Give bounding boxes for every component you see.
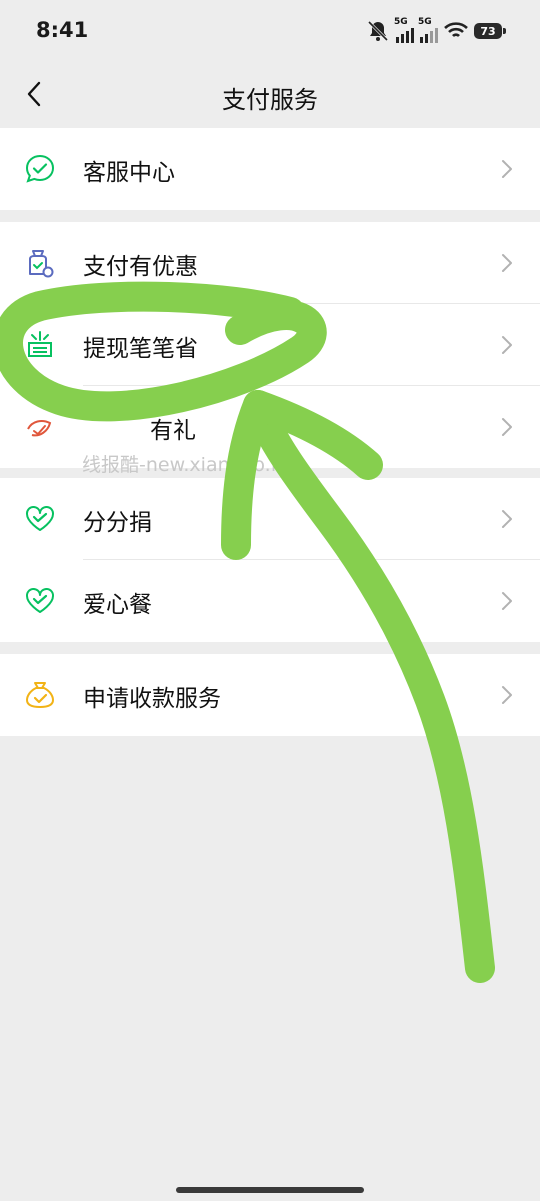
menu-item-label: 有礼 xyxy=(150,418,196,444)
service-group-3: 分分捐 爱心餐 xyxy=(0,478,540,642)
chevron-right-icon xyxy=(502,686,512,704)
watermark-text: 线报酷-new.xianbao.fun xyxy=(82,454,302,476)
menu-item-payment-offers[interactable]: 支付有优惠 xyxy=(0,222,540,304)
chevron-right-icon xyxy=(502,160,512,178)
money-bag-icon xyxy=(26,682,54,708)
service-group-2: 支付有优惠 提现笔笔省 有礼 xyxy=(0,222,540,468)
wifi-icon xyxy=(444,22,468,38)
chevron-right-icon xyxy=(502,418,512,436)
menu-item-charity-meal[interactable]: 爱心餐 xyxy=(0,560,540,642)
home-indicator[interactable] xyxy=(176,1187,364,1193)
signal-icon-2: 5G xyxy=(418,16,438,43)
save-icon xyxy=(28,331,52,357)
battery-icon: 73 xyxy=(474,23,506,39)
page-title: 支付服务 xyxy=(222,86,318,114)
service-group-4: 申请收款服务 xyxy=(0,654,540,736)
bell-muted-icon xyxy=(367,20,389,42)
signal-icon: 5G xyxy=(394,16,414,43)
status-time: 8:41 xyxy=(36,18,89,42)
chevron-right-icon xyxy=(502,336,512,354)
chevron-right-icon xyxy=(502,254,512,272)
menu-item-label: 提现笔笔省 xyxy=(83,336,198,362)
menu-item-label: 爱心餐 xyxy=(83,592,152,618)
menu-item-apply-payment-service[interactable]: 申请收款服务 xyxy=(0,654,540,736)
service-group-1: 客服中心 xyxy=(0,128,540,210)
heart-check-icon xyxy=(26,588,54,613)
chevron-right-icon xyxy=(502,510,512,528)
network-type-2: 5G xyxy=(418,16,432,27)
network-type-1: 5G xyxy=(394,16,408,27)
chat-check-icon xyxy=(25,154,55,183)
menu-item-label: 申请收款服务 xyxy=(83,686,221,712)
gift-icon xyxy=(27,420,52,437)
menu-item-label: 支付有优惠 xyxy=(83,254,198,280)
coupon-bag-icon xyxy=(29,250,54,278)
menu-item-penny-donation[interactable]: 分分捐 xyxy=(0,478,540,560)
menu-item-label: 分分捐 xyxy=(83,510,152,536)
nav-bar: 支付服务 xyxy=(0,62,540,126)
status-bar: 8:41 5G 5G 73 xyxy=(0,0,540,62)
heart-check-icon xyxy=(26,506,54,531)
system-icons: 5G 5G 73 xyxy=(366,16,506,44)
menu-item-withdraw-saver[interactable]: 提现笔笔省 xyxy=(0,304,540,386)
chevron-right-icon xyxy=(502,592,512,610)
menu-item-customer-service[interactable]: 客服中心 xyxy=(0,128,540,210)
menu-item-label: 客服中心 xyxy=(83,160,175,186)
